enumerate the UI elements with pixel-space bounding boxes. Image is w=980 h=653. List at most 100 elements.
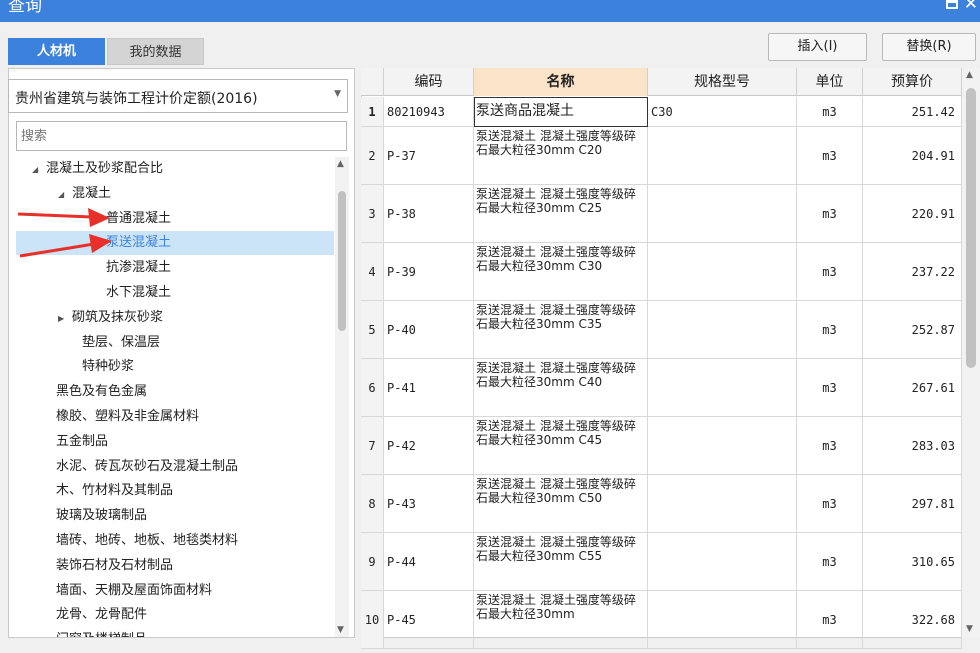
cell-price[interactable]: 297.81 [863,475,962,533]
cell-unit[interactable]: m3 [797,301,863,359]
cell-unit[interactable]: m3 [797,591,863,649]
cell-name[interactable]: 泵送混凝土 混凝土强度等级碎石最大粒径30mm C50 [474,475,648,533]
table-row[interactable]: 8 P-43 泵送混凝土 混凝土强度等级碎石最大粒径30mm C50 m3 297.81 [361,475,962,533]
cell-price[interactable]: 251.42 [863,97,962,127]
cell-spec[interactable] [648,301,797,359]
scroll-thumb[interactable] [338,191,346,331]
tree-item[interactable]: 墙砖、地砖、地板、地毯类材料 [16,529,334,553]
cell-code[interactable]: P-43 [384,475,474,533]
tree-item[interactable]: 龙骨、龙骨配件 [16,603,334,627]
cell-name[interactable]: 泵送混凝土 混凝土强度等级碎石最大粒径30mm C40 [474,359,648,417]
tree-item[interactable]: 垫层、保温层 [16,331,334,355]
cell-name[interactable]: 泵送混凝土 混凝土强度等级碎石最大粒径30mm C30 [474,243,648,301]
cell-code[interactable]: P-38 [384,185,474,243]
cell-spec[interactable] [648,185,797,243]
cell-name[interactable]: 泵送混凝土 混凝土强度等级碎石最大粒径30mm C25 [474,185,648,243]
cell-name[interactable]: 泵送混凝土 混凝土强度等级碎石最大粒径30mm C55 [474,533,648,591]
table-row[interactable]: 10 P-45 泵送混凝土 混凝土强度等级碎石最大粒径30mm m3 322.68 [361,591,962,649]
tab-my-data[interactable]: 我的数据 [107,38,204,65]
tree-item[interactable]: 黑色及有色金属 [16,380,334,404]
search-field[interactable] [16,121,347,151]
cell-name[interactable]: 泵送混凝土 混凝土强度等级碎石最大粒径30mm C20 [474,127,648,185]
row-index: 7 [361,417,384,475]
tree-item[interactable]: 门窗及楼梯制品 [16,628,334,637]
cell-code[interactable]: P-39 [384,243,474,301]
cell-code[interactable]: 80210943 [384,97,474,127]
restore-icon[interactable] [946,0,958,9]
cell-code[interactable]: P-45 [384,591,474,649]
tree-item[interactable]: ▶ 砌筑及抹灰砂浆 [16,306,334,330]
cell-price[interactable]: 310.65 [863,533,962,591]
table-row[interactable]: 5 P-40 泵送混凝土 混凝土强度等级碎石最大粒径30mm C35 m3 252.87 [361,301,962,359]
table-row[interactable]: 6 P-41 泵送混凝土 混凝土强度等级碎石最大粒径30mm C40 m3 267.61 [361,359,962,417]
cell-unit[interactable]: m3 [797,533,863,591]
cell-spec[interactable] [648,243,797,301]
header-unit[interactable]: 单位 [797,68,863,96]
cell-price[interactable]: 204.91 [863,127,962,185]
tree-item[interactable]: 五金制品 [16,430,334,454]
cell-unit[interactable]: m3 [797,417,863,475]
cell-price[interactable]: 283.03 [863,417,962,475]
cell-unit[interactable]: m3 [797,359,863,417]
tree-item[interactable]: 装饰石材及石材制品 [16,554,334,578]
tree-item[interactable]: 玻璃及玻璃制品 [16,504,334,528]
tree-item[interactable]: ◢ 混凝土及砂浆配合比 [16,157,334,181]
replace-button[interactable]: 替换(R) [882,33,976,61]
chevron-right-icon[interactable]: ▶ [58,307,72,331]
cell-unit[interactable]: m3 [797,97,863,127]
cell-spec[interactable] [648,591,797,649]
cell-price[interactable]: 252.87 [863,301,962,359]
tree-item[interactable]: 墙面、天棚及屋面饰面材料 [16,579,334,603]
cell-price[interactable]: 322.68 [863,591,962,649]
search-input[interactable] [17,122,346,150]
cell-unit[interactable]: m3 [797,185,863,243]
tab-materials[interactable]: 人材机 [8,38,105,65]
table-row[interactable]: 3 P-38 泵送混凝土 混凝土强度等级碎石最大粒径30mm C25 m3 220.91 [361,185,962,243]
cell-unit[interactable]: m3 [797,127,863,185]
insert-button[interactable]: 插入(I) [768,33,867,61]
scroll-down-icon[interactable]: ▼ [966,624,973,634]
cell-code[interactable]: P-44 [384,533,474,591]
cell-spec[interactable] [648,359,797,417]
cell-name[interactable]: 泵送混凝土 混凝土强度等级碎石最大粒径30mm [474,591,648,649]
header-code[interactable]: 编码 [384,68,474,96]
tree-item[interactable]: 橡胶、塑料及非金属材料 [16,405,334,429]
cell-spec[interactable] [648,417,797,475]
scroll-up-icon[interactable]: ▲ [337,159,344,169]
scroll-up-icon[interactable]: ▲ [966,70,973,80]
table-row[interactable]: 1 80210943 泵送商品混凝土 C30 m3 251.42 [361,97,962,127]
cell-price[interactable]: 267.61 [863,359,962,417]
header-spec[interactable]: 规格型号 [648,68,797,96]
cell-code[interactable]: P-42 [384,417,474,475]
cell-code[interactable]: P-37 [384,127,474,185]
chevron-down-icon[interactable]: ◢ [32,158,46,182]
table-row[interactable]: 2 P-37 泵送混凝土 混凝土强度等级碎石最大粒径30mm C20 m3 204.91 [361,127,962,185]
close-icon[interactable]: ✕ [964,0,978,14]
cell-unit[interactable]: m3 [797,243,863,301]
table-scrollbar[interactable]: ▲ ▼ [962,68,980,638]
tree-item[interactable]: 木、竹材料及其制品 [16,479,334,503]
header-name[interactable]: 名称 [474,68,648,96]
scroll-down-icon[interactable]: ▼ [337,625,344,635]
tree-item[interactable]: 水泥、砖瓦灰砂石及混凝土制品 [16,455,334,479]
cell-unit[interactable]: m3 [797,475,863,533]
cell-spec[interactable] [648,533,797,591]
table-row[interactable]: 7 P-42 泵送混凝土 混凝土强度等级碎石最大粒径30mm C45 m3 283.03 [361,417,962,475]
cell-code[interactable]: P-40 [384,301,474,359]
cell-spec[interactable]: C30 [648,97,797,127]
cell-price[interactable]: 220.91 [863,185,962,243]
scroll-thumb[interactable] [966,88,976,368]
cell-spec[interactable] [648,127,797,185]
table-row[interactable]: 4 P-39 泵送混凝土 混凝土强度等级碎石最大粒径30mm C30 m3 237.22 [361,243,962,301]
tree-item[interactable]: 水下混凝土 [16,281,334,305]
cell-code[interactable]: P-41 [384,359,474,417]
table-row[interactable]: 9 P-44 泵送混凝土 混凝土强度等级碎石最大粒径30mm C55 m3 310.65 [361,533,962,591]
library-select[interactable]: 贵州省建筑与装饰工程计价定额(2016) ▼ [8,79,348,113]
tree-item[interactable]: 特种砂浆 [16,355,334,379]
cell-price[interactable]: 237.22 [863,243,962,301]
cell-name[interactable]: 泵送混凝土 混凝土强度等级碎石最大粒径30mm C35 [474,301,648,359]
tree-scrollbar[interactable]: ▲ ▼ [335,157,349,637]
cell-name[interactable]: 泵送混凝土 混凝土强度等级碎石最大粒径30mm C45 [474,417,648,475]
header-price[interactable]: 预算价 [863,68,962,96]
cell-spec[interactable] [648,475,797,533]
